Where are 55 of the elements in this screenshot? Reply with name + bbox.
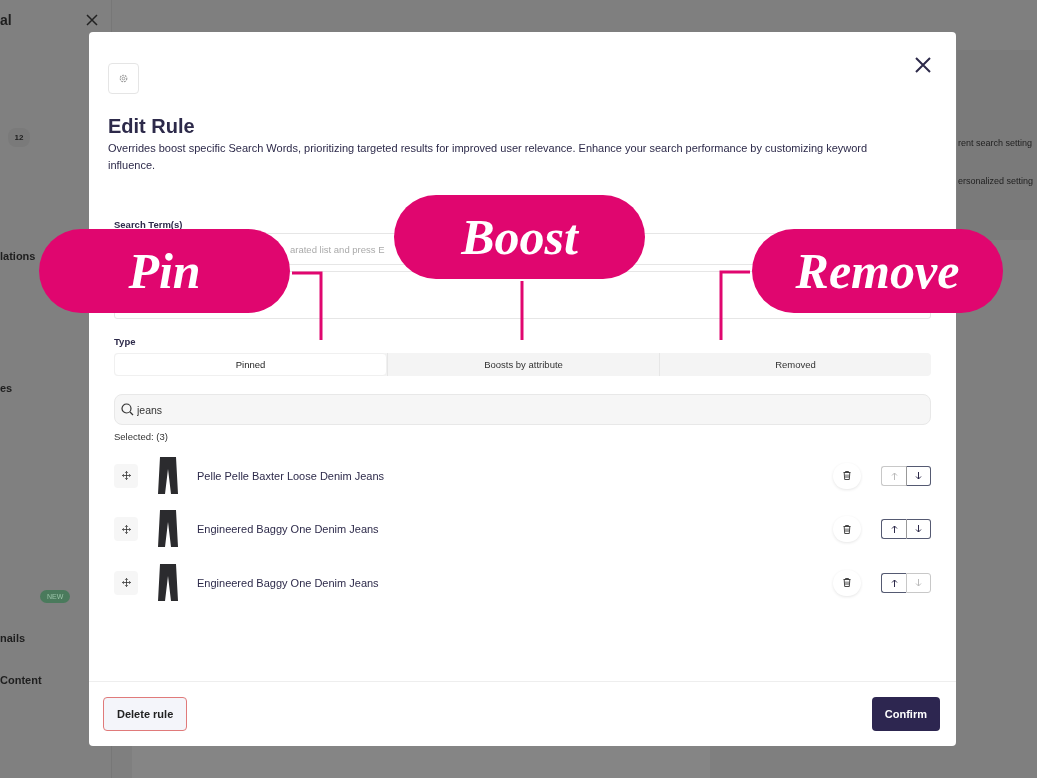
- gear-icon: [118, 73, 129, 84]
- product-name: Engineered Baggy One Denim Jeans: [197, 523, 380, 536]
- delete-button[interactable]: [833, 462, 861, 489]
- arrow-up-icon: [890, 525, 898, 534]
- sidebar-item[interactable]: Content: [0, 674, 42, 686]
- product-search-field[interactable]: jeans: [114, 394, 931, 425]
- arrow-down-icon: [915, 578, 922, 587]
- arrow-down-icon: [915, 525, 922, 534]
- leader-line: [292, 271, 323, 340]
- delete-rule-button[interactable]: Delete rule: [103, 697, 188, 731]
- sidebar-title: al: [0, 12, 12, 28]
- annotation-tooltip: Boost: [394, 195, 645, 279]
- drag-handle[interactable]: [114, 463, 138, 488]
- trash-icon: [843, 578, 851, 588]
- product-name: Engineered Baggy One Denim Jeans: [197, 576, 380, 589]
- delete-button[interactable]: [833, 569, 861, 596]
- annotation-tooltip: Pin: [39, 229, 290, 313]
- close-icon[interactable]: [915, 57, 931, 73]
- drag-handle[interactable]: [114, 570, 138, 595]
- field-label: Search Term(s): [114, 219, 184, 230]
- dialog-title: Edit Rule: [108, 114, 196, 138]
- setting-text: ersonalized setting: [958, 176, 1035, 186]
- move-down-button[interactable]: [906, 519, 931, 540]
- arrow-down-icon: [915, 471, 922, 480]
- jeans-drawing: [157, 456, 179, 495]
- delete-button[interactable]: [833, 516, 861, 543]
- type-tab[interactable]: Boosts by attribute: [387, 353, 659, 376]
- selected-count: Selected: (3): [114, 431, 169, 442]
- leader-line: [520, 281, 524, 340]
- leader-line: [719, 270, 750, 340]
- move-icon: [121, 471, 131, 481]
- annotation-tooltip: Remove: [752, 229, 1003, 313]
- confirm-button[interactable]: Confirm: [871, 697, 940, 731]
- jeans-drawing: [157, 563, 179, 602]
- arrow-up-icon: [890, 578, 898, 587]
- drag-handle[interactable]: [114, 517, 138, 542]
- arrow-up-icon: [890, 471, 898, 480]
- move-icon: [121, 578, 131, 588]
- count-badge: 12: [8, 128, 30, 147]
- dialog-description: Overrides boost specific Search Words, prioritizing targeted results for improved user relevance. Enhance your search performance by customizing keyword influence.: [108, 141, 869, 173]
- move-down-button[interactable]: [906, 465, 931, 486]
- move-icon: [121, 524, 131, 534]
- field-label: Type: [114, 336, 137, 347]
- sidebar-item[interactable]: nails: [0, 632, 26, 644]
- sidebar-item[interactable]: lations: [0, 250, 36, 262]
- trash-icon: [843, 524, 851, 534]
- setting-text: rent search setting: [958, 138, 1034, 148]
- move-up-button[interactable]: [881, 572, 906, 593]
- trash-icon: [843, 471, 851, 481]
- type-tab[interactable]: Pinned: [114, 353, 387, 376]
- type-tab[interactable]: Removed: [659, 353, 931, 376]
- jeans-drawing: [157, 510, 179, 549]
- product-name: Pelle Pelle Baxter Loose Denim Jeans: [197, 469, 386, 482]
- move-up-button[interactable]: [881, 519, 906, 540]
- sidebar-item[interactable]: es: [0, 382, 13, 394]
